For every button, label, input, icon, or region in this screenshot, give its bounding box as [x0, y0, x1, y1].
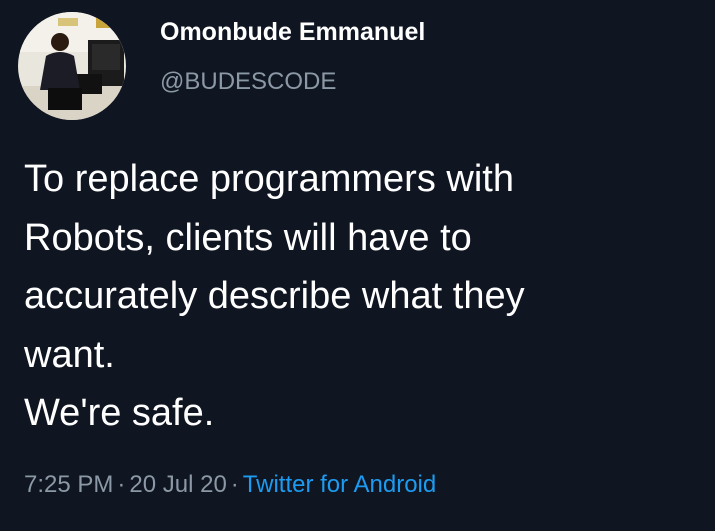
tweet-date[interactable]: 20 Jul 20	[129, 471, 226, 498]
tweet-text-line: accurately describe what they	[24, 275, 525, 317]
tweet-text-line: To replace programmers with	[24, 158, 514, 200]
tweet-card: Omonbude Emmanuel @BUDESCODE To replace …	[0, 0, 715, 531]
author-names: Omonbude Emmanuel @BUDESCODE	[160, 15, 425, 99]
meta-separator: ·	[117, 471, 126, 498]
tweet-time[interactable]: 7:25 PM	[24, 471, 113, 498]
author-handle[interactable]: @BUDESCODE	[160, 65, 425, 99]
tweet-header: Omonbude Emmanuel @BUDESCODE	[18, 12, 425, 120]
tweet-text: To replace programmers with Robots, clie…	[24, 150, 704, 443]
meta-separator: ·	[230, 471, 239, 498]
author-display-name[interactable]: Omonbude Emmanuel	[160, 15, 425, 49]
tweet-text-line: want.	[24, 333, 115, 376]
tweet-text-line: Robots, clients will have to	[24, 216, 472, 259]
avatar-photo	[18, 12, 126, 120]
tweet-source-link[interactable]: Twitter for Android	[243, 471, 436, 498]
avatar[interactable]	[18, 12, 126, 120]
tweet-meta: 7:25 PM · 20 Jul 20 · Twitter for Android	[24, 468, 436, 502]
tweet-text-line: We're safe.	[24, 392, 215, 434]
